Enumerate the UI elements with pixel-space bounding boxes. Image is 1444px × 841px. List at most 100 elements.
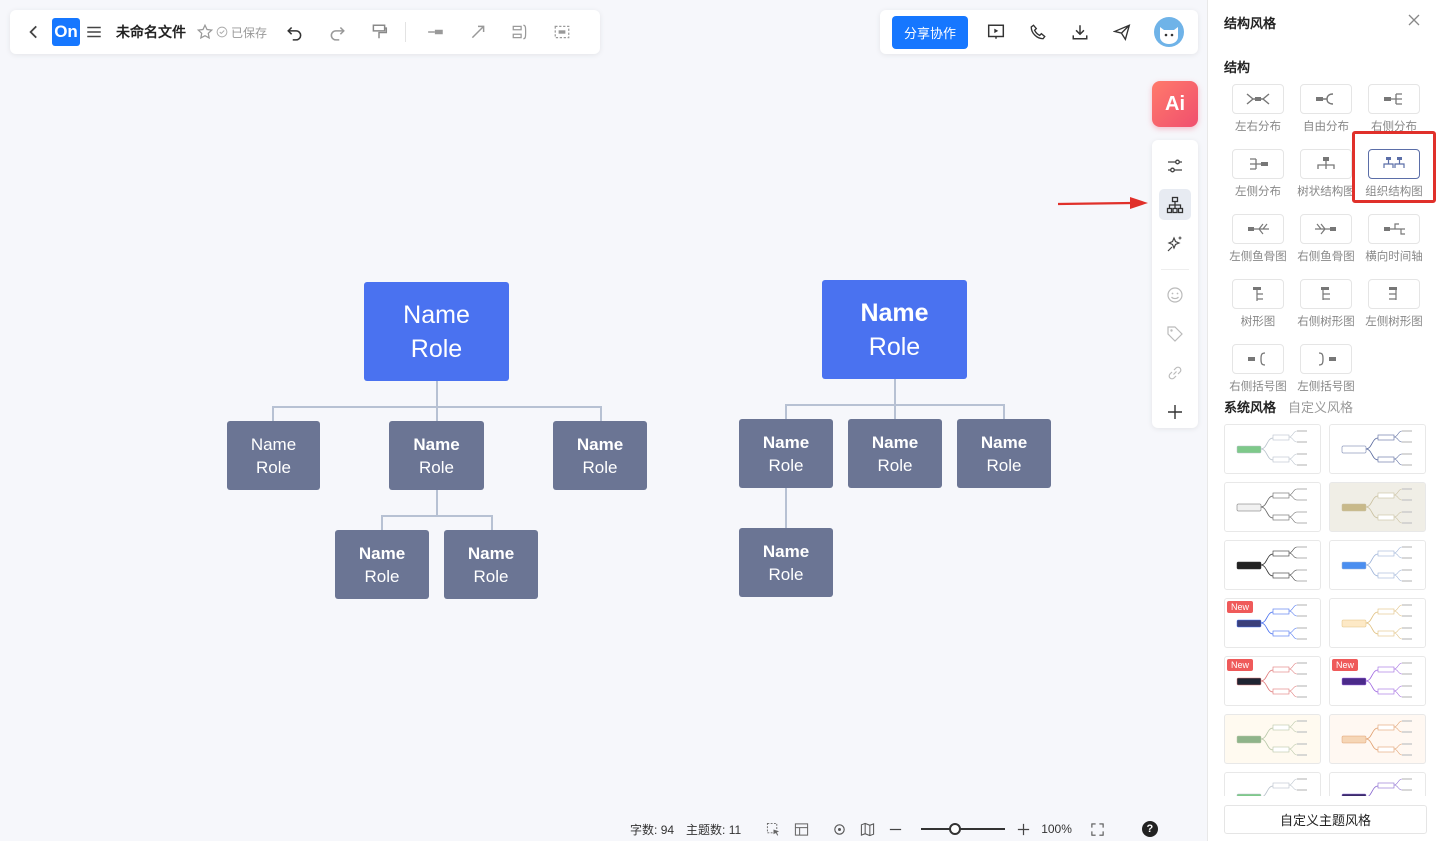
structure-option-tree-chart[interactable]: 树状结构图	[1292, 149, 1360, 199]
structure-label: 右侧树形图	[1297, 316, 1355, 328]
left-root-node[interactable]: Name Role	[364, 282, 509, 381]
tab-system-style[interactable]: 系统风格	[1224, 397, 1276, 416]
theme-card[interactable]	[1224, 424, 1321, 474]
right-root-node[interactable]: Name Role	[822, 280, 967, 379]
zoom-slider[interactable]	[921, 823, 1006, 835]
help-button[interactable]: ?	[1141, 821, 1158, 837]
emoji-icon[interactable]	[1159, 280, 1191, 311]
locate-icon[interactable]	[829, 819, 849, 839]
theme-card[interactable]	[1224, 482, 1321, 532]
user-avatar[interactable]	[1154, 17, 1185, 47]
structure-icon[interactable]	[1159, 189, 1191, 220]
tab-custom-style[interactable]: 自定义风格	[1288, 397, 1353, 416]
theme-card[interactable]	[1329, 772, 1426, 796]
structure-label: 右侧括号图	[1229, 381, 1287, 393]
right-child-node-2[interactable]: Name Role	[848, 419, 942, 488]
theme-card[interactable]: New	[1329, 656, 1426, 706]
theme-card[interactable]: New	[1224, 598, 1321, 648]
theme-card[interactable]	[1329, 598, 1426, 648]
theme-card[interactable]	[1224, 772, 1321, 796]
node-role: Role	[419, 457, 454, 477]
magic-style-icon[interactable]	[1159, 228, 1191, 259]
topic-count: 主题数: 11	[686, 821, 741, 838]
zoom-level[interactable]: 100%	[1041, 822, 1072, 836]
right-child-node-3[interactable]: Name Role	[957, 419, 1051, 488]
word-count-label: 字数:	[630, 822, 658, 837]
right-fishbone-icon	[1315, 223, 1336, 235]
theme-card[interactable]	[1329, 482, 1426, 532]
theme-preview	[1341, 778, 1412, 796]
theme-grid: New New New	[1224, 424, 1428, 796]
ai-assistant-button[interactable]: Ai	[1152, 81, 1198, 127]
fullscreen-icon[interactable]	[1088, 819, 1108, 839]
side-divider	[1161, 269, 1189, 270]
custom-theme-button[interactable]: 自定义主题风格	[1224, 805, 1427, 834]
tag-icon[interactable]	[1159, 319, 1191, 350]
close-icon[interactable]	[1406, 12, 1422, 28]
word-count-value: 94	[660, 822, 675, 837]
right-grandchild-node-1[interactable]: Name Role	[739, 528, 833, 597]
node-name: Name	[358, 543, 406, 563]
theme-card[interactable]	[1329, 424, 1426, 474]
zoom-out-icon[interactable]	[885, 819, 905, 839]
structure-option-timeline[interactable]: 横向时间轴	[1360, 214, 1428, 264]
node-name: Name	[576, 434, 624, 454]
theme-preview	[1236, 546, 1307, 582]
cat-avatar-icon	[1160, 27, 1179, 44]
left-grandchild-node-1[interactable]: Name Role	[335, 530, 429, 599]
structure-option-left-bracket[interactable]: 左侧括号图	[1292, 344, 1360, 394]
structure-option-left-tree[interactable]: 左侧树形图	[1360, 279, 1428, 329]
zoom-slider-handle[interactable]	[948, 823, 961, 835]
layout-panel-icon[interactable]	[791, 819, 811, 839]
structure-label: 右侧鱼骨图	[1297, 251, 1355, 263]
node-name: Name	[403, 300, 470, 329]
theme-card[interactable]	[1329, 540, 1426, 590]
structure-thumbnail	[1368, 279, 1420, 309]
link-icon[interactable]	[1159, 358, 1191, 389]
structure-label: 右侧分布	[1371, 121, 1417, 133]
structure-option-right-fishbone[interactable]: 右侧鱼骨图	[1292, 214, 1360, 264]
new-badge: New	[1332, 659, 1359, 671]
left-child-node-1[interactable]: Name Role	[227, 421, 320, 490]
left-child-node-3[interactable]: Name Role	[553, 421, 647, 490]
structure-option-left-layout[interactable]: 左侧分布	[1224, 149, 1292, 199]
right-layout-icon	[1384, 93, 1402, 105]
both-sides-icon	[1246, 93, 1270, 105]
left-grandchild-node-2[interactable]: Name Role	[444, 530, 538, 599]
zoom-in-icon[interactable]	[1013, 819, 1033, 839]
structure-option-both-sides[interactable]: 左右分布	[1224, 84, 1292, 134]
structure-option-org-chart[interactable]: 组织结构图	[1360, 149, 1428, 199]
structure-thumbnail	[1300, 149, 1352, 179]
structure-option-right-bracket[interactable]: 右侧括号图	[1224, 344, 1292, 394]
node-name: Name	[250, 434, 297, 454]
structure-label: 自由分布	[1303, 121, 1349, 133]
new-badge: New	[1227, 659, 1254, 671]
node-role: Role	[256, 457, 291, 477]
right-child-node-1[interactable]: Name Role	[739, 419, 833, 488]
node-role: Role	[986, 455, 1022, 475]
select-mode-icon[interactable]	[763, 819, 783, 839]
theme-preview	[1341, 430, 1412, 466]
theme-card[interactable]	[1224, 540, 1321, 590]
timeline-icon	[1384, 223, 1405, 235]
left-child-node-2[interactable]: Name Role	[389, 421, 484, 490]
structure-thumbnail	[1368, 84, 1420, 114]
structure-option-tree[interactable]: 树形图	[1224, 279, 1292, 329]
node-role: Role	[582, 457, 618, 477]
map-view-icon[interactable]	[857, 819, 877, 839]
plus-icon[interactable]	[1159, 397, 1191, 428]
structure-option-free-layout[interactable]: 自由分布	[1292, 84, 1360, 134]
structure-option-right-tree[interactable]: 右侧树形图	[1292, 279, 1360, 329]
structure-option-right-layout[interactable]: 右侧分布	[1360, 84, 1428, 134]
theme-card[interactable]: New	[1224, 656, 1321, 706]
side-toolbar	[1152, 140, 1198, 428]
word-count: 字数: 94	[630, 821, 674, 838]
theme-card[interactable]	[1224, 714, 1321, 764]
structure-thumbnail	[1368, 214, 1420, 244]
structure-grid: 左右分布 自由分布 右侧分布左侧分布 树状结构图 组织结构图左侧鱼骨图 右侧鱼骨图 横向时间…	[1224, 84, 1438, 394]
structure-label: 左右分布	[1235, 121, 1281, 133]
style-settings-icon[interactable]	[1159, 150, 1191, 181]
theme-card[interactable]	[1329, 714, 1426, 764]
structure-option-left-fishbone[interactable]: 左侧鱼骨图	[1224, 214, 1292, 264]
structure-thumbnail	[1232, 84, 1284, 114]
